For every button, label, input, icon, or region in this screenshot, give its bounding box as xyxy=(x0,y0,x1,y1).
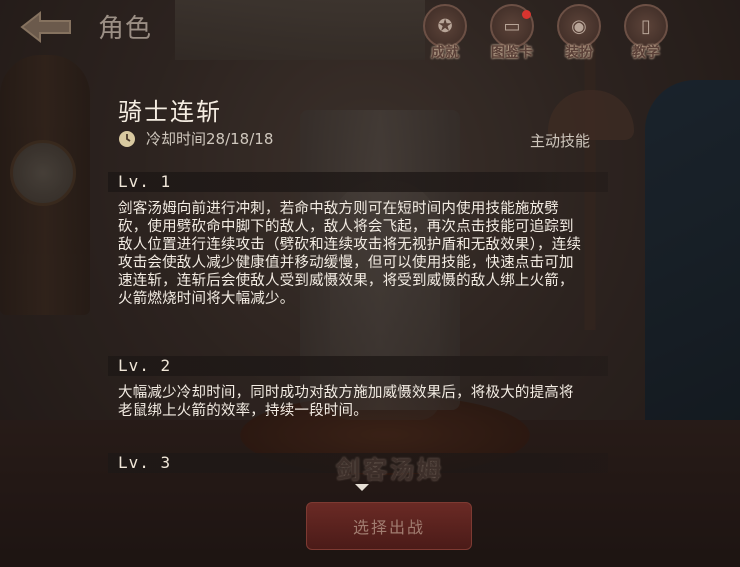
back-button[interactable] xyxy=(18,10,76,44)
level-header-bar xyxy=(108,356,608,376)
achievements-label: 成就 xyxy=(431,45,459,61)
tutorial-button[interactable]: ▯ 教学 xyxy=(621,4,671,62)
cooldown-row: 冷却时间28/18/18 xyxy=(118,128,273,149)
level-label: Lv. 2 xyxy=(118,356,172,375)
level-label: Lv. 1 xyxy=(118,172,172,191)
cooldown-text: 冷却时间28/18/18 xyxy=(146,130,274,148)
notification-dot xyxy=(522,10,531,19)
level-label: Lv. 3 xyxy=(118,453,172,472)
scroll-down-arrow-icon[interactable] xyxy=(355,484,369,491)
level-description: 大幅减少冷却时间，同时成功对敌方施加威慑效果后，将极大的提高将老鼠绑上火箭的效率… xyxy=(118,385,574,419)
select-character-button[interactable]: 选择出战 xyxy=(306,502,472,550)
character-name: 剑客汤姆 xyxy=(336,456,444,484)
skill-name: 骑士连斩 xyxy=(118,98,222,126)
back-arrow-icon xyxy=(20,10,71,44)
outfit-button[interactable]: ◉ 装扮 xyxy=(554,4,604,62)
game-screen: 角色 ✪ 成就 ▭ 图鉴卡 ◉ 装扮 ▯ 教学 骑士连斩 冷却时间28/18/1… xyxy=(0,0,740,567)
achievements-button[interactable]: ✪ 成就 xyxy=(420,4,470,62)
skill-type: 主动技能 xyxy=(530,132,591,150)
outfit-label: 装扮 xyxy=(565,45,593,61)
card-collection-label: 图鉴卡 xyxy=(491,45,533,61)
level-header-bar xyxy=(108,172,608,192)
level-description: 剑客汤姆向前进行冲刺，若命中敌方则可在短时间内使用技能施放劈砍，使用劈砍命中脚下… xyxy=(118,201,582,307)
clock-icon xyxy=(119,130,135,147)
card-collection-button[interactable]: ▭ 图鉴卡 xyxy=(487,4,537,62)
page-title: 角色 xyxy=(98,14,153,44)
tutorial-label: 教学 xyxy=(632,45,660,61)
